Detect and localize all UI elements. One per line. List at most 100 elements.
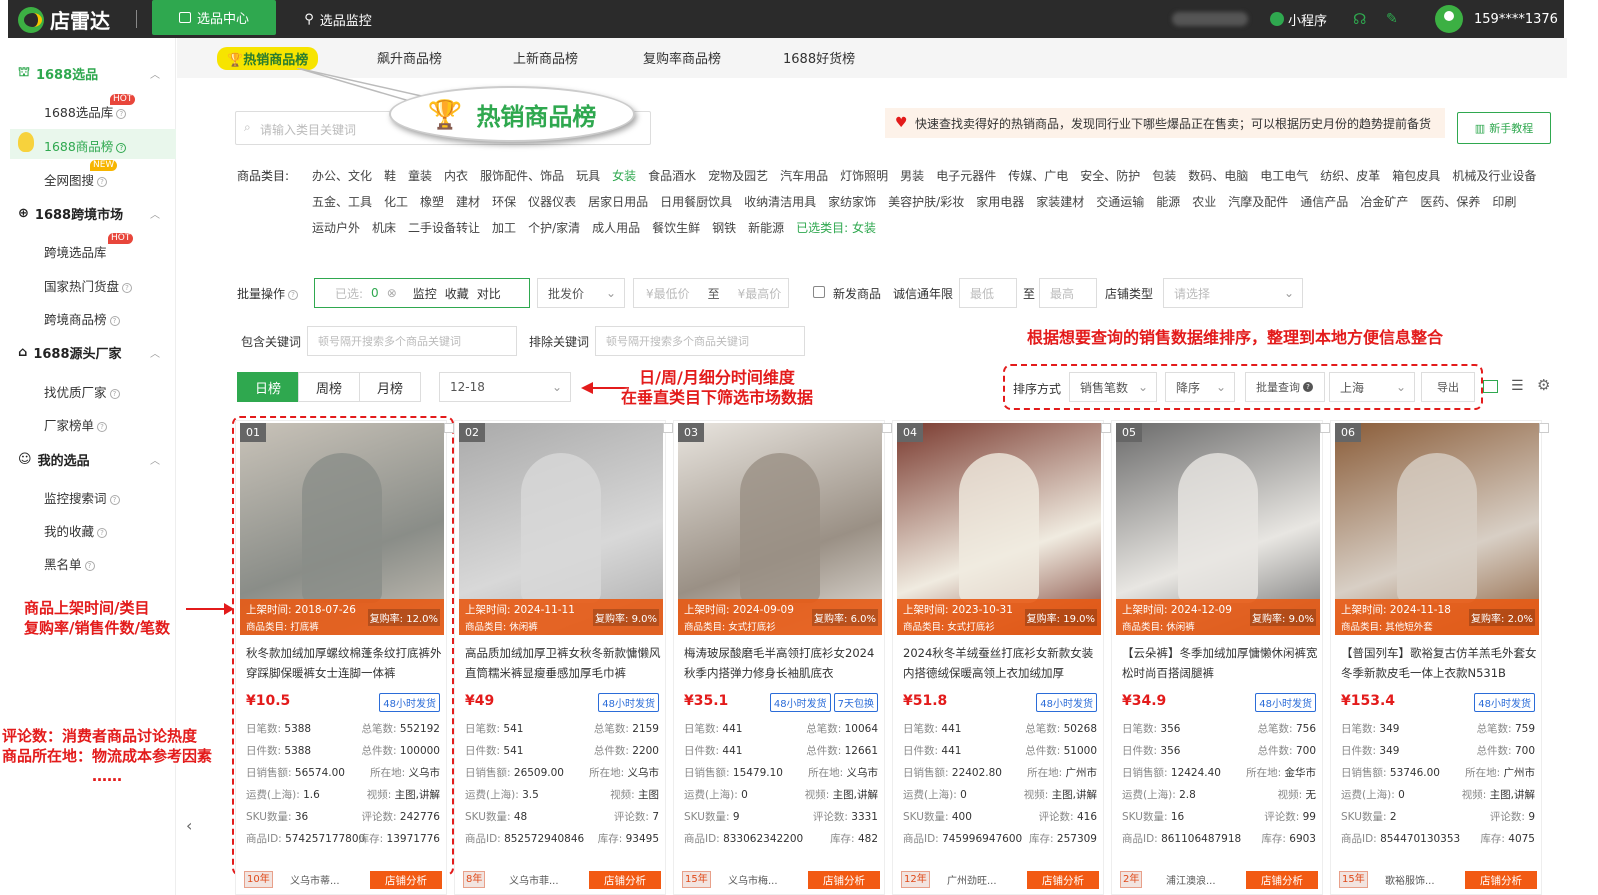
export-button[interactable]: 导出 — [1421, 372, 1475, 402]
product-card[interactable]: 06 上架时间: 2024-11-18 商品类目: 其他短外套 复购率: 2.0… — [1330, 420, 1549, 895]
product-title[interactable]: 高品质加绒加厚卫裤女秋冬新款慵懒风直筒糯米裤显瘦垂感加厚毛巾裤 — [465, 643, 661, 683]
settings-icon[interactable]: ⚙ — [1537, 376, 1550, 394]
edit-icon[interactable]: ✎ — [1386, 0, 1398, 38]
tab-weekly[interactable]: 周榜 — [298, 372, 360, 402]
category-item[interactable]: 钢铁 — [712, 221, 736, 235]
category-item[interactable]: 交通运输 — [1096, 195, 1144, 209]
chevron-up-icon[interactable]: ︿ — [150, 452, 160, 467]
chevron-up-icon[interactable]: ︿ — [150, 345, 160, 360]
sidebar-group-my[interactable]: ☺ 我的选品 — [18, 450, 90, 469]
sidebar-item-image-search[interactable]: 全网图搜? — [44, 170, 108, 189]
category-item[interactable]: 玩具 — [576, 169, 600, 183]
shop-name[interactable]: 广州劲旺... — [947, 872, 997, 887]
category-item[interactable]: 家纺家饰 — [828, 195, 876, 209]
sidebar-item-factory-rank[interactable]: 厂家榜单? — [44, 415, 108, 434]
shop-type-select[interactable]: 请选择 ⌄ — [1163, 278, 1303, 308]
max-price-input[interactable]: ¥最高价 — [738, 285, 782, 302]
shop-analysis-button[interactable]: 店铺分析 — [1027, 871, 1099, 889]
category-item[interactable]: 食品酒水 — [648, 169, 696, 183]
monitor-button[interactable]: 监控 — [413, 285, 437, 302]
sidebar-group-crossborder[interactable]: ⊕ 1688跨境市场 — [18, 204, 123, 223]
category-item[interactable]: 灯饰照明 — [840, 169, 888, 183]
product-title[interactable]: 【云朵裤】冬季加绒加厚慵懒休闲裤宽松时尚百搭阔腿裤 — [1122, 643, 1318, 683]
product-title[interactable]: 2024秋冬羊绒蚕丝打底衫女新款女装内搭德绒保暖高领上衣加绒加厚 — [903, 643, 1099, 683]
category-item[interactable]: 箱包皮具 — [1392, 169, 1440, 183]
min-years-input[interactable]: 最低 — [959, 278, 1017, 308]
category-item[interactable]: 电工电气 — [1260, 169, 1308, 183]
min-price-input[interactable]: ¥最低价 — [646, 285, 690, 302]
product-card[interactable]: 01 上架时间: 2018-07-26 商品类目: 打底裤 复购率: 12.0%… — [235, 420, 454, 895]
shop-analysis-button[interactable]: 店铺分析 — [589, 871, 661, 889]
price-range[interactable]: ¥最低价 至 ¥最高价 — [633, 278, 789, 308]
mini-program-button[interactable]: 小程序 — [1270, 0, 1327, 38]
category-item[interactable]: 印刷 — [1492, 195, 1516, 209]
category-item[interactable]: 汽车用品 — [780, 169, 828, 183]
select-checkbox[interactable] — [444, 423, 454, 433]
shop-analysis-button[interactable]: 店铺分析 — [808, 871, 880, 889]
category-item[interactable]: 居家日用品 — [588, 195, 648, 209]
sidebar-item-favorites[interactable]: 我的收藏? — [44, 521, 108, 540]
category-item[interactable]: 纺织、皮革 — [1320, 169, 1380, 183]
category-item[interactable]: 通信产品 — [1300, 195, 1348, 209]
sidebar-item-1688-rank[interactable]: 1688商品榜? — [44, 136, 127, 155]
shop-name[interactable]: 义乌市菲... — [509, 872, 559, 887]
shop-name[interactable]: 义乌市蒂... — [290, 872, 340, 887]
tab-repurchase[interactable]: 复购率商品榜 — [643, 48, 721, 67]
shop-name[interactable]: 歌裕服饰... — [1385, 872, 1435, 887]
select-checkbox[interactable] — [1101, 423, 1111, 433]
sidebar-group-factory[interactable]: ⌂ 1688源头厂家 — [18, 343, 122, 362]
category-item[interactable]: 鞋 — [384, 169, 396, 183]
sidebar-item-find-factory[interactable]: 找优质厂家? — [44, 382, 120, 401]
category-item[interactable]: 传媒、广电 — [1008, 169, 1068, 183]
product-card[interactable]: 04 上架时间: 2023-10-31 商品类目: 女式打底衫 复购率: 19.… — [892, 420, 1111, 895]
user-phone[interactable]: 159****1376 — [1474, 0, 1558, 38]
product-card[interactable]: 03 上架时间: 2024-09-09 商品类目: 女式打底衫 复购率: 6.0… — [673, 420, 892, 895]
shop-analysis-button[interactable]: 店铺分析 — [370, 871, 442, 889]
avatar[interactable] — [1435, 0, 1463, 38]
nav-tab-product-center[interactable]: 选品中心 — [152, 0, 276, 35]
sidebar-group-1688[interactable]: ⛫ 1688选品 — [18, 64, 98, 83]
sort-order-select[interactable]: 降序 ⌄ — [1165, 372, 1235, 402]
product-title[interactable]: 梅涛玻尿酸磨毛半高领打底衫女2024秋季内搭弹力修身长袖肌底衣 — [684, 643, 880, 683]
tab-good-goods[interactable]: 1688好货榜 — [783, 48, 855, 67]
category-item[interactable]: 个护/家清 — [528, 221, 580, 235]
shop-analysis-button[interactable]: 店铺分析 — [1246, 871, 1318, 889]
category-item[interactable]: 数码、电脑 — [1188, 169, 1248, 183]
tab-monthly[interactable]: 月榜 — [359, 372, 421, 402]
category-item[interactable]: 加工 — [492, 221, 516, 235]
app-logo[interactable]: 店雷达 — [18, 5, 110, 34]
max-years-input[interactable]: 最高 — [1039, 278, 1097, 308]
include-kw-input[interactable]: 顿号隔开搜索多个商品关键词 — [307, 326, 517, 356]
nav-tab-monitor[interactable]: ⚲ 选品监控 — [288, 0, 388, 38]
tutorial-button[interactable]: ▥ 新手教程 — [1457, 112, 1551, 144]
category-item[interactable]: 安全、防护 — [1080, 169, 1140, 183]
headset-icon[interactable]: ☊ — [1353, 0, 1366, 38]
price-type-select[interactable]: 批发价 ⌄ — [537, 278, 625, 308]
chevron-up-icon[interactable]: ︿ — [150, 66, 160, 81]
image-view-icon[interactable] — [1483, 380, 1498, 393]
product-card[interactable]: 05 上架时间: 2024-12-09 商品类目: 休闲裤 复购率: 9.0% … — [1111, 420, 1330, 895]
category-item[interactable]: 办公、文化 — [312, 169, 372, 183]
batch-query-button[interactable]: 批量查询? — [1245, 372, 1325, 402]
category-item[interactable]: 环保 — [492, 195, 516, 209]
favorite-button[interactable]: 收藏 — [445, 285, 469, 302]
category-item[interactable]: 男装 — [900, 169, 924, 183]
product-card[interactable]: 02 上架时间: 2024-11-11 商品类目: 休闲裤 复购率: 9.0% … — [454, 420, 673, 895]
shop-name[interactable]: 义乌市梅... — [728, 872, 778, 887]
exclude-kw-input[interactable]: 顿号隔开搜索多个商品关键词 — [595, 326, 805, 356]
category-item[interactable]: 新能源 — [748, 221, 784, 235]
category-item[interactable]: 二手设备转让 — [408, 221, 480, 235]
category-item[interactable]: 日用餐厨饮具 — [660, 195, 732, 209]
category-item[interactable]: 能源 — [1156, 195, 1180, 209]
shop-analysis-button[interactable]: 店铺分析 — [1465, 871, 1537, 889]
sidebar-item-blacklist[interactable]: 黑名单? — [44, 554, 95, 573]
category-item[interactable]: 成人用品 — [592, 221, 640, 235]
product-title[interactable]: 秋冬款加绒加厚螺纹棉蓬条纹打底裤外穿踩脚保暖裤女士连脚一体裤 — [246, 643, 442, 683]
sort-field-select[interactable]: 销售笔数 ⌄ — [1069, 372, 1157, 402]
tab-daily[interactable]: 日榜 — [237, 372, 299, 402]
category-item[interactable]: 建材 — [456, 195, 480, 209]
category-item[interactable]: 包装 — [1152, 169, 1176, 183]
tab-hot-sales[interactable]: 🏆热销商品榜 — [217, 47, 319, 70]
category-item[interactable]: 机床 — [372, 221, 396, 235]
category-item[interactable]: 家用电器 — [976, 195, 1024, 209]
